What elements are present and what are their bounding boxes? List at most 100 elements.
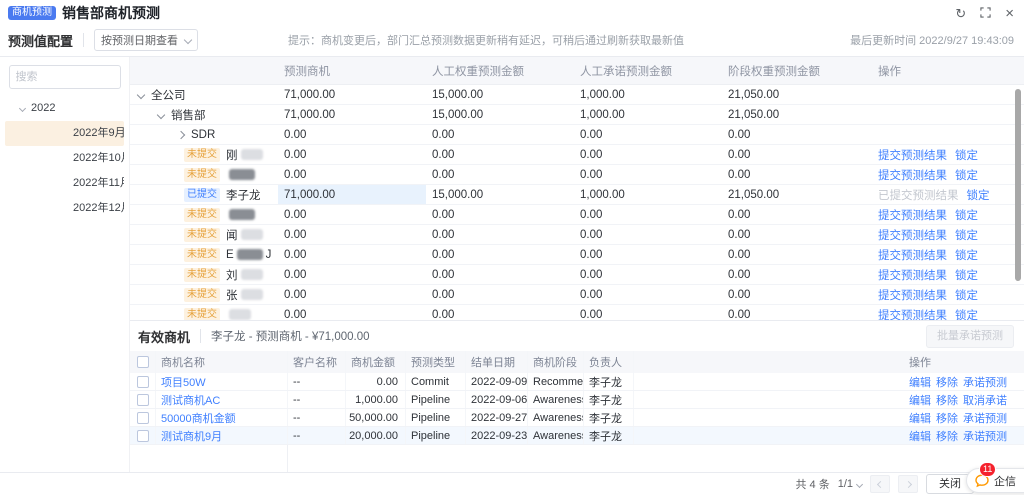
op-link[interactable]: 提交预测结果 xyxy=(878,267,947,283)
spacer-cell xyxy=(634,427,904,444)
forecast-row: 全公司71,000.0015,000.001,000.0021,050.00 xyxy=(130,85,1024,105)
fullscreen-icon[interactable] xyxy=(980,7,991,20)
op-link[interactable]: 锁定 xyxy=(955,287,978,303)
row-name-cell: 未提交 xyxy=(130,205,278,224)
row-checkbox[interactable] xyxy=(137,412,149,424)
spacer-cell xyxy=(634,391,904,408)
value-cell: 0.00 xyxy=(574,285,722,304)
op-link[interactable]: 锁定 xyxy=(955,147,978,163)
stage-cell: Awareness xyxy=(528,391,584,408)
value-cell: 0.00 xyxy=(574,245,722,264)
opportunity-name-link[interactable]: 50000商机金额 xyxy=(156,409,288,426)
vertical-scrollbar[interactable] xyxy=(1015,89,1021,281)
row-ops-cell: 提交预测结果锁定 xyxy=(870,265,1024,284)
row-checkbox[interactable] xyxy=(137,376,149,388)
op-link[interactable]: 承诺预测 xyxy=(963,410,1007,426)
module-badge: 商机预测 xyxy=(8,6,56,20)
value-cell: 0.00 xyxy=(426,145,574,164)
op-link[interactable]: 锁定 xyxy=(955,247,978,263)
row-name: E xyxy=(226,249,234,261)
op-link[interactable]: 移除 xyxy=(936,374,958,390)
op-link[interactable]: 编辑 xyxy=(909,374,931,390)
opportunity-name-link[interactable]: 测试商机9月 xyxy=(156,427,288,444)
op-link[interactable]: 提交预测结果 xyxy=(878,307,947,321)
checkbox-cell xyxy=(130,427,156,444)
header-cell: 预测类型 xyxy=(406,351,466,373)
next-page-button[interactable] xyxy=(898,475,918,493)
op-link[interactable]: 锁定 xyxy=(955,227,978,243)
view-mode-value: 按预测日期查看 xyxy=(101,32,178,48)
value-cell: 1,000.00 xyxy=(574,85,722,104)
total-count: 共 4 条 xyxy=(795,476,829,492)
opportunity-name-link[interactable]: 测试商机AC xyxy=(156,391,288,408)
value-cell: 0.00 xyxy=(574,265,722,284)
value-cell: 0.00 xyxy=(278,125,426,144)
op-link[interactable]: 提交预测结果 xyxy=(878,167,947,183)
sidebar-month-item[interactable]: 2022年12月 xyxy=(5,196,124,221)
header-cell: 人工权重预测金额 xyxy=(426,63,574,79)
op-link[interactable]: 锁定 xyxy=(955,267,978,283)
op-link[interactable]: 提交预测结果 xyxy=(878,287,947,303)
tree-toggle-icon[interactable] xyxy=(177,130,185,138)
forecast-table-header: 预测商机人工权重预测金额人工承诺预测金额阶段权重预测金额操作 xyxy=(130,57,1024,85)
titlebar: 商机预测 销售部商机预测 ↻ × xyxy=(0,0,1024,24)
op-link[interactable]: 移除 xyxy=(936,392,958,408)
op-link[interactable]: 提交预测结果 xyxy=(878,207,947,223)
search-input[interactable] xyxy=(9,65,121,89)
prev-page-button[interactable] xyxy=(870,475,890,493)
chat-widget[interactable]: 11 企信 xyxy=(966,468,1024,493)
op-link[interactable]: 提交预测结果 xyxy=(878,227,947,243)
opportunity-name-link[interactable]: 项目50W xyxy=(156,373,288,390)
last-update-time: 最后更新时间 2022/9/27 19:43:09 xyxy=(850,32,1014,48)
value-cell: 0.00 xyxy=(722,125,870,144)
amount-cell: 20,000.00 xyxy=(346,427,406,444)
view-mode-select[interactable]: 按预测日期查看 xyxy=(94,29,198,51)
select-all-checkbox[interactable] xyxy=(137,356,149,368)
row-name: 李子龙 xyxy=(226,187,261,203)
op-link[interactable]: 提交预测结果 xyxy=(878,247,947,263)
date-sidebar: 2022 2022年9月2022年10月2022年11月2022年12月 xyxy=(0,57,130,472)
spacer-cell xyxy=(634,351,904,373)
op-link[interactable]: 锁定 xyxy=(955,207,978,223)
customer-cell: -- xyxy=(288,409,346,426)
customer-cell: -- xyxy=(288,373,346,390)
refresh-icon[interactable]: ↻ xyxy=(955,7,966,20)
close-icon[interactable]: × xyxy=(1005,6,1014,21)
op-link[interactable]: 取消承诺 xyxy=(963,392,1007,408)
forecast-row: 未提交0.000.000.000.00提交预测结果锁定 xyxy=(130,205,1024,225)
sidebar-month-item[interactable]: 2022年9月 xyxy=(5,121,124,146)
sidebar-month-item[interactable]: 2022年11月 xyxy=(5,171,124,196)
op-link[interactable]: 承诺预测 xyxy=(963,428,1007,444)
footer: 共 4 条 1/1 关闭 11 企信 xyxy=(0,472,1024,495)
row-checkbox[interactable] xyxy=(137,394,149,406)
row-checkbox[interactable] xyxy=(137,430,149,442)
opportunity-row: 测试商机AC--1,000.00Pipeline2022-09-06Awaren… xyxy=(130,391,1024,409)
op-link[interactable]: 锁定 xyxy=(955,167,978,183)
tree-toggle-icon[interactable] xyxy=(157,110,165,118)
tree-year-node[interactable]: 2022 xyxy=(0,95,129,121)
page-select[interactable]: 1/1 xyxy=(838,478,862,490)
op-link[interactable]: 提交预测结果 xyxy=(878,147,947,163)
value-cell: 0.00 xyxy=(722,165,870,184)
op-link[interactable]: 承诺预测 xyxy=(963,374,1007,390)
op-link[interactable]: 移除 xyxy=(936,410,958,426)
row-name: SDR xyxy=(191,129,215,141)
row-ops-cell: 提交预测结果锁定 xyxy=(870,165,1024,184)
op-link[interactable]: 移除 xyxy=(936,428,958,444)
status-badge: 未提交 xyxy=(184,288,220,302)
redacted-name xyxy=(229,309,251,320)
op-link[interactable]: 编辑 xyxy=(909,428,931,444)
redacted-name xyxy=(241,269,263,280)
header-checkbox-cell xyxy=(130,351,156,373)
sidebar-month-item[interactable]: 2022年10月 xyxy=(5,146,124,171)
divider xyxy=(83,33,84,47)
op-link[interactable]: 编辑 xyxy=(909,410,931,426)
op-link[interactable]: 锁定 xyxy=(967,187,990,203)
op-link[interactable]: 锁定 xyxy=(955,307,978,321)
op-link[interactable]: 编辑 xyxy=(909,392,931,408)
owner-cell: 李子龙 xyxy=(584,391,634,408)
batch-commit-button[interactable]: 批量承诺预测 xyxy=(926,325,1014,348)
row-ops-cell xyxy=(870,85,1024,104)
tree-toggle-icon[interactable] xyxy=(137,90,145,98)
value-cell: 0.00 xyxy=(278,165,426,184)
